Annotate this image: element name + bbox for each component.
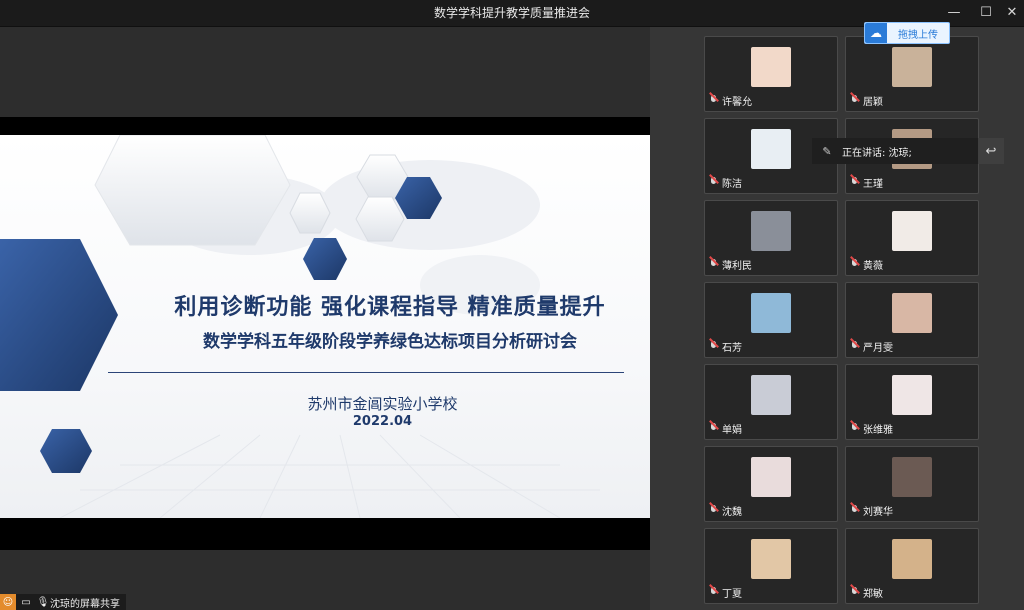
participant-name-label: 王瑾 — [863, 179, 883, 190]
participant-name-label: 严月雯 — [863, 343, 893, 354]
reply-button[interactable]: ↩ — [978, 138, 1004, 164]
avatar — [751, 539, 791, 579]
participant-name-label: 陈洁 — [722, 179, 742, 190]
participant-tile[interactable]: 单娟 — [704, 364, 838, 440]
participant-tile[interactable]: 丁夏 — [704, 528, 838, 604]
participant-name-label: 薄利民 — [722, 261, 752, 272]
mic-muted-icon — [709, 341, 718, 352]
slide-divider — [108, 372, 624, 373]
minimize-button[interactable]: — — [940, 3, 968, 23]
participant-name: 石芳 — [709, 339, 742, 354]
participant-name: 严月雯 — [850, 339, 893, 354]
avatar — [892, 375, 932, 415]
mic-muted-icon — [850, 341, 859, 352]
mic-icon: 🎙 — [36, 596, 50, 608]
participant-name: 郑敏 — [850, 585, 883, 600]
avatar — [751, 211, 791, 251]
reply-icon: ↩ — [985, 143, 997, 159]
participant-name-label: 居颖 — [863, 97, 883, 108]
upload-label: 拖拽上传 — [898, 29, 938, 41]
speaking-indicator: ✎ 正在讲话: 沈琼; — [812, 138, 978, 164]
participant-tile[interactable]: 黄薇 — [845, 200, 979, 276]
participant-name-label: 沈魏 — [722, 507, 742, 518]
shared-screen-area: 利用诊断功能 强化课程指导 精准质量提升 数学学科五年级阶段学养绿色达标项目分析… — [0, 27, 650, 610]
participant-name-label: 许馨允 — [722, 97, 752, 108]
mic-muted-icon — [709, 423, 718, 434]
participant-name: 居颖 — [850, 93, 883, 108]
participant-name: 刘赛华 — [850, 503, 893, 518]
avatar — [751, 47, 791, 87]
close-button[interactable]: ✕ — [998, 3, 1024, 23]
cloud-icon: ☁ — [865, 23, 887, 43]
slide-letterbox: 利用诊断功能 强化课程指导 精准质量提升 数学学科五年级阶段学养绿色达标项目分析… — [0, 117, 650, 550]
mic-muted-icon — [850, 95, 859, 106]
participant-name-label: 刘赛华 — [863, 507, 893, 518]
mic-muted-icon — [709, 587, 718, 598]
mic-muted-icon — [850, 259, 859, 270]
participant-name: 沈魏 — [709, 503, 742, 518]
participant-name-label: 丁夏 — [722, 589, 742, 600]
mic-muted-icon — [709, 95, 718, 106]
participant-name: 单娟 — [709, 421, 742, 436]
presentation-slide: 利用诊断功能 强化课程指导 精准质量提升 数学学科五年级阶段学养绿色达标项目分析… — [0, 135, 650, 518]
participant-tile[interactable]: 薄利民 — [704, 200, 838, 276]
avatar — [751, 293, 791, 333]
person-icon: ☺ — [0, 594, 16, 610]
avatar — [751, 375, 791, 415]
avatar — [892, 47, 932, 87]
participant-tile[interactable]: 许馨允 — [704, 36, 838, 112]
participant-tile[interactable]: 刘赛华 — [845, 446, 979, 522]
participant-tile[interactable]: 严月雯 — [845, 282, 979, 358]
participant-name: 陈洁 — [709, 175, 742, 190]
avatar — [751, 129, 791, 169]
share-status-label: 沈琼的屏幕共享 — [50, 598, 120, 610]
participant-tile[interactable]: 沈魏 — [704, 446, 838, 522]
participant-name: 薄利民 — [709, 257, 752, 272]
drag-upload-button[interactable]: ☁ 拖拽上传 — [864, 22, 950, 44]
mic-muted-icon — [709, 259, 718, 270]
participant-tile[interactable]: 居颖 — [845, 36, 979, 112]
avatar — [751, 457, 791, 497]
participant-name-label: 石芳 — [722, 343, 742, 354]
slide-title: 利用诊断功能 强化课程指导 精准质量提升 — [174, 295, 606, 320]
mic-muted-icon — [850, 423, 859, 434]
avatar — [892, 211, 932, 251]
mic-muted-icon — [850, 587, 859, 598]
participant-name-label: 郑敏 — [863, 589, 883, 600]
slide-date: 2022.04 — [352, 414, 413, 429]
participant-name-label: 单娟 — [722, 425, 742, 436]
participant-name-label: 张维雅 — [863, 425, 893, 436]
participants-panel: 许馨允 居颖陈洁 王瑾薄利民 黄薇石芳 严月雯单娟 张维雅沈魏 刘赛华丁夏 郑敏 — [650, 27, 1024, 610]
avatar — [892, 293, 932, 333]
mic-muted-icon: ✎ — [822, 144, 832, 158]
mic-muted-icon — [709, 505, 718, 516]
participant-name: 许馨允 — [709, 93, 752, 108]
participant-name: 王瑾 — [850, 175, 883, 190]
screen-icon: ▭ — [21, 596, 31, 608]
slide-school: 苏州市金阊实验小学校 — [307, 395, 458, 413]
participant-tile[interactable]: 石芳 — [704, 282, 838, 358]
participant-name: 张维雅 — [850, 421, 893, 436]
avatar — [892, 457, 932, 497]
participant-tile[interactable]: 张维雅 — [845, 364, 979, 440]
mic-muted-icon — [850, 505, 859, 516]
mic-muted-icon — [850, 177, 859, 188]
screen-share-status[interactable]: ☺ ▭ 🎙 沈琼的屏幕共享 — [0, 594, 126, 610]
mic-muted-icon — [709, 177, 718, 188]
participant-name-label: 黄薇 — [863, 261, 883, 272]
speaking-label: 正在讲话: 沈琼; — [842, 147, 912, 159]
slide-subtitle: 数学学科五年级阶段学养绿色达标项目分析研讨会 — [203, 332, 577, 352]
participant-name: 丁夏 — [709, 585, 742, 600]
avatar — [892, 539, 932, 579]
participant-tile[interactable]: 郑敏 — [845, 528, 979, 604]
participant-name: 黄薇 — [850, 257, 883, 272]
maximize-button[interactable]: ☐ — [972, 3, 1000, 23]
